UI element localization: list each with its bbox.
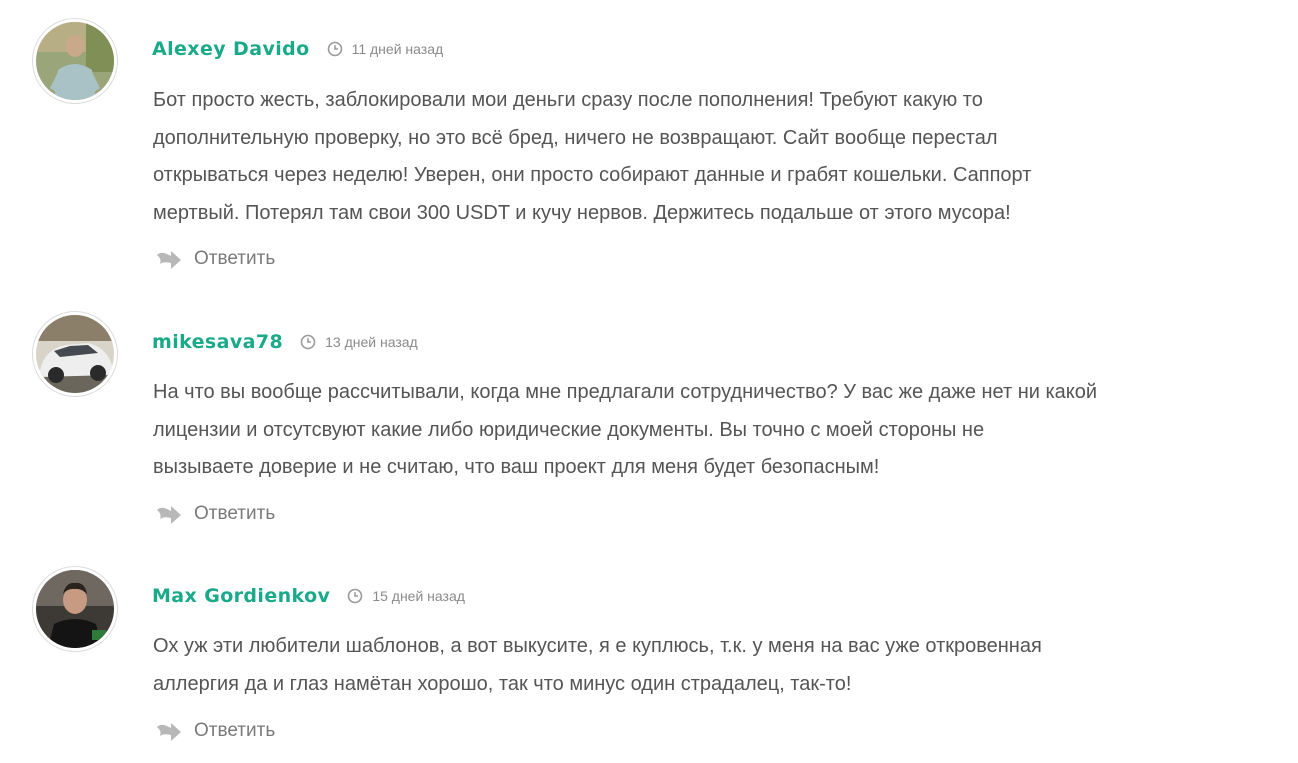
comment-text-line: дополнительную проверку, но это всё бред…	[153, 126, 998, 149]
comment-author[interactable]: Max Gordienkov	[152, 585, 330, 607]
comment-text-line: Бот просто жесть, заблокировали мои день…	[153, 89, 983, 111]
avatar[interactable]	[32, 18, 118, 104]
comment-author[interactable]: Alexey Davido	[152, 38, 310, 60]
reply-label: Ответить	[194, 720, 276, 741]
comment-text-line: Ох уж эти любители шаблонов, а вот выкус…	[153, 635, 1042, 657]
reply-button[interactable]: Ответить	[155, 719, 275, 743]
comment-date: 11 дней назад	[351, 41, 444, 57]
reply-arrow-icon	[157, 251, 181, 269]
avatar[interactable]	[32, 566, 118, 652]
avatar-image	[36, 570, 114, 648]
comment-meta: mikesava78 13 дней назад	[152, 331, 418, 353]
comment-text: На что вы вообще рассчитывали, когда мне…	[153, 374, 1233, 487]
reply-button[interactable]: Ответить	[155, 247, 275, 271]
comment-date: 15 дней назад	[372, 588, 465, 604]
avatar-image	[36, 22, 114, 100]
clock-icon	[347, 588, 363, 604]
comment-text-line: открываться через неделю! Уверен, они пр…	[153, 164, 1032, 186]
reply-arrow-icon	[157, 506, 181, 524]
reply-arrow-icon	[157, 723, 181, 741]
clock-icon	[327, 41, 343, 57]
reply-button[interactable]: Ответить	[155, 502, 275, 526]
comment-text-line: мертвый. Потерял там свои 300 USDT и куч…	[153, 201, 1011, 224]
reply-label: Ответить	[194, 503, 276, 524]
comment-text-line: вызываете доверие и не считаю, что ваш п…	[153, 456, 880, 478]
comment-date: 13 дней назад	[325, 334, 418, 350]
comment-text-line: лицензии и отсутсвуют какие либо юридиче…	[153, 418, 985, 441]
comment-text: Ох уж эти любители шаблонов, а вот выкус…	[153, 628, 1233, 703]
comment-text: Бот просто жесть, заблокировали мои день…	[153, 82, 1233, 232]
clock-icon	[300, 334, 316, 350]
comment-meta: Max Gordienkov 15 дней назад	[152, 585, 465, 607]
avatar[interactable]	[32, 311, 118, 397]
comment-text-line: аллергия да и глаз намётан хорошо, так ч…	[153, 672, 852, 695]
comment-meta: Alexey Davido 11 дней назад	[152, 38, 443, 60]
comment-text-line: На что вы вообще рассчитывали, когда мне…	[153, 381, 1098, 403]
comment-author[interactable]: mikesava78	[152, 331, 283, 353]
reply-label: Ответить	[194, 248, 276, 269]
avatar-image	[36, 315, 114, 393]
